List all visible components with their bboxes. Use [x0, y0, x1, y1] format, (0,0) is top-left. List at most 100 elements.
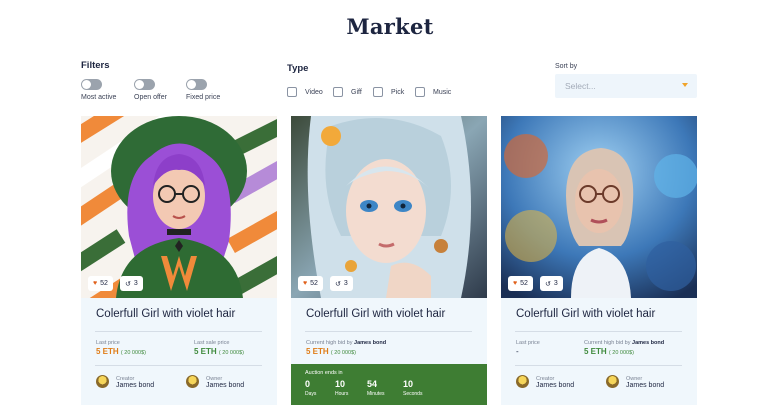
nft-card[interactable]: ♥ 52 ↺ 3 Colerfull Girl with violet hair… — [291, 116, 487, 405]
checkbox[interactable] — [373, 87, 383, 97]
toggle-switch[interactable] — [134, 79, 155, 90]
nft-card[interactable]: ♥ 52 ↺ 3 Colerfull Girl with violet hair… — [81, 116, 277, 405]
bidder-name[interactable]: James bond — [632, 340, 664, 346]
price-eth: 5 ETH — [584, 347, 607, 356]
countdown-value: 54 — [367, 379, 378, 389]
type-option-music[interactable]: Music — [415, 87, 451, 97]
toggle-switch[interactable] — [186, 79, 207, 90]
countdown-days: 0 Days — [305, 379, 316, 397]
type-option-label: Video — [305, 88, 323, 96]
share-count: 3 — [133, 280, 138, 287]
countdown-unit: Seconds — [403, 391, 423, 397]
share-count: 3 — [553, 280, 558, 287]
nft-card[interactable]: ♥ 52 ↺ 3 Colerfull Girl with violet hair… — [501, 116, 697, 405]
high-bid-text: Current high bid by — [584, 340, 631, 346]
card-title[interactable]: Colerfull Girl with violet hair — [96, 308, 235, 320]
price-eth: 5 ETH — [96, 347, 119, 356]
avatar[interactable] — [516, 375, 529, 388]
filters-heading: Filters — [81, 60, 110, 71]
last-sale-price-label: Last sale price — [194, 340, 230, 346]
price-eth: 5 ETH — [306, 347, 329, 356]
toggle-label: Fixed price — [186, 94, 221, 101]
avatar[interactable] — [186, 375, 199, 388]
share-counter[interactable]: ↺ 3 — [120, 276, 143, 291]
page-title: Market — [346, 14, 434, 39]
countdown-unit: Hours — [335, 391, 349, 397]
avatar[interactable] — [96, 375, 109, 388]
type-heading: Type — [287, 63, 309, 74]
like-counter[interactable]: ♥ 52 — [508, 276, 533, 291]
high-bid-value: 5 ETH ( 20 000$) — [584, 347, 634, 356]
creator-name[interactable]: James bond — [536, 382, 574, 389]
like-counter[interactable]: ♥ 52 — [88, 276, 113, 291]
type-option-giff[interactable]: Giff — [333, 87, 362, 97]
creator-name[interactable]: James bond — [116, 382, 154, 389]
heart-icon: ♥ — [93, 280, 98, 287]
owner-name[interactable]: James bond — [626, 382, 664, 389]
nft-artwork[interactable] — [291, 116, 487, 298]
type-option-video[interactable]: Video — [287, 87, 323, 97]
toggle-label: Most active — [81, 94, 117, 101]
toggle-most-active[interactable]: Most active — [81, 79, 116, 101]
checkbox[interactable] — [333, 87, 343, 97]
auction-heading: Auction ends in — [305, 370, 343, 376]
heart-icon: ♥ — [513, 280, 518, 287]
card-title[interactable]: Colerfull Girl with violet hair — [306, 308, 445, 320]
countdown-unit: Days — [305, 391, 317, 397]
toggle-switch[interactable] — [81, 79, 102, 90]
like-count: 52 — [100, 280, 108, 287]
chevron-down-icon — [682, 83, 688, 87]
countdown-value: 0 — [305, 379, 311, 389]
nft-artwork[interactable] — [501, 116, 697, 298]
divider — [95, 331, 262, 332]
countdown-minutes: 54 Minutes — [367, 379, 385, 397]
high-bid-value: 5 ETH ( 20 000$) — [306, 347, 356, 356]
card-title[interactable]: Colerfull Girl with violet hair — [516, 308, 655, 320]
high-bid-text: Current high bid by — [306, 340, 353, 346]
type-option-pick[interactable]: Pick — [373, 87, 404, 97]
countdown-value: 10 — [335, 379, 346, 389]
high-bid-label: Current high bid by James bond — [584, 340, 664, 346]
divider — [95, 365, 262, 366]
heart-icon: ♥ — [303, 280, 308, 287]
countdown-value: 10 — [403, 379, 414, 389]
share-icon: ↺ — [125, 280, 131, 288]
price-usd: ( 20 000$) — [218, 350, 244, 356]
divider — [305, 331, 472, 332]
price-usd: ( 20 000$) — [120, 350, 146, 356]
countdown-hours: 10 Hours — [335, 379, 348, 397]
nft-artwork[interactable] — [81, 116, 277, 298]
like-count: 52 — [520, 280, 528, 287]
owner-name[interactable]: James bond — [206, 382, 244, 389]
toggle-fixed-price[interactable]: Fixed price — [186, 79, 220, 101]
share-count: 3 — [343, 280, 348, 287]
toggle-label: Open offer — [134, 94, 167, 101]
price-usd: ( 20 000$) — [330, 350, 356, 356]
share-counter[interactable]: ↺ 3 — [330, 276, 353, 291]
last-price-label: Last price — [516, 340, 540, 346]
last-price-value: 5 ETH ( 20 000$) — [96, 347, 146, 356]
countdown-seconds: 10 Seconds — [403, 379, 422, 397]
type-option-label: Giff — [351, 88, 362, 96]
price-eth: 5 ETH — [194, 347, 217, 356]
like-counter[interactable]: ♥ 52 — [298, 276, 323, 291]
divider — [515, 365, 682, 366]
sort-select[interactable]: Select... — [555, 74, 697, 98]
countdown-unit: Minutes — [367, 391, 385, 397]
avatar[interactable] — [606, 375, 619, 388]
last-sale-price-value: 5 ETH ( 20 000$) — [194, 347, 244, 356]
share-counter[interactable]: ↺ 3 — [540, 276, 563, 291]
sort-placeholder: Select... — [565, 81, 596, 91]
share-icon: ↺ — [335, 280, 341, 288]
bidder-name[interactable]: James bond — [354, 340, 386, 346]
type-option-label: Music — [433, 88, 452, 96]
price-usd: ( 20 000$) — [608, 350, 634, 356]
checkbox[interactable] — [287, 87, 297, 97]
type-option-label: Pick — [391, 88, 405, 96]
high-bid-label: Current high bid by James bond — [306, 340, 386, 346]
checkbox[interactable] — [415, 87, 425, 97]
like-count: 52 — [310, 280, 318, 287]
toggle-open-offer[interactable]: Open offer — [134, 79, 167, 101]
sort-label: Sort by — [555, 63, 578, 70]
last-price-value: - — [516, 347, 519, 356]
